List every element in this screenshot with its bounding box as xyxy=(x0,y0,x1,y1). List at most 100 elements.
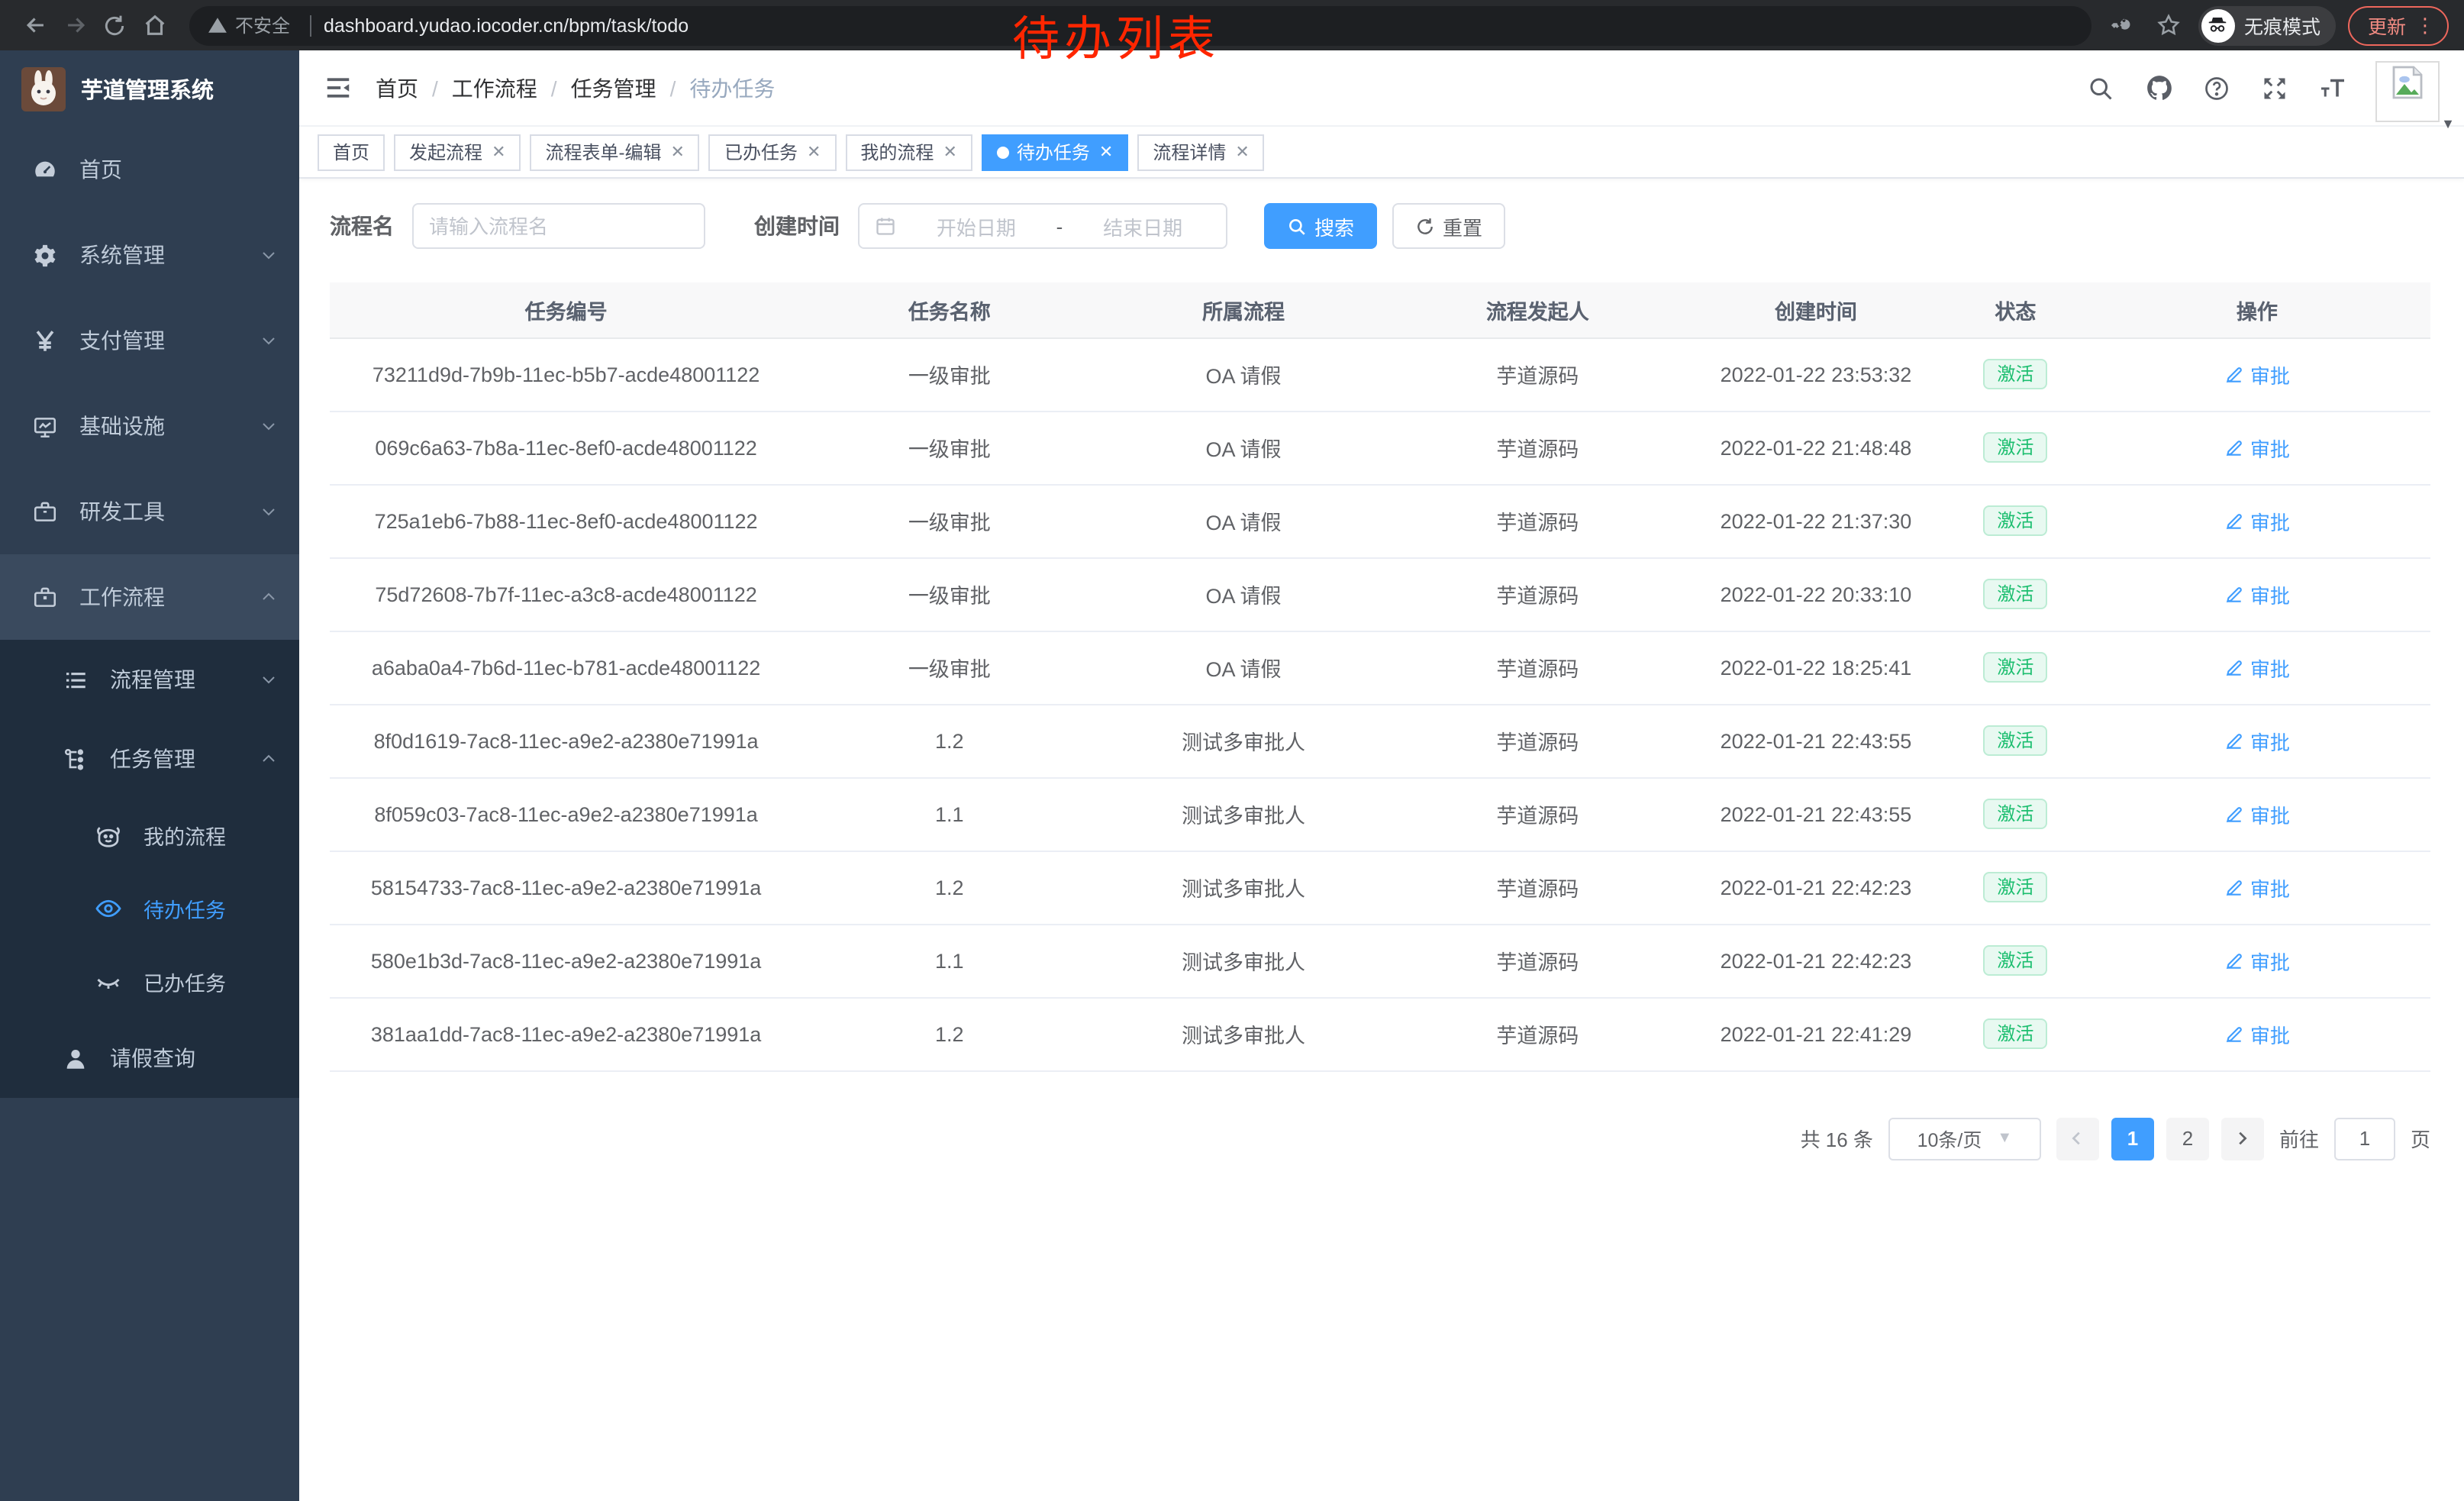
starter-cell: 芋道源码 xyxy=(1391,924,1685,997)
date-range-picker[interactable]: 开始日期 - 结束日期 xyxy=(858,203,1227,249)
starter-cell: 芋道源码 xyxy=(1391,337,1685,411)
browser-menu-icon[interactable]: ⋮ xyxy=(2415,13,2435,37)
next-page-button[interactable] xyxy=(2221,1117,2264,1160)
breadcrumb-home[interactable]: 首页 xyxy=(376,73,418,103)
chevron-up-icon xyxy=(260,750,278,768)
close-icon[interactable]: ✕ xyxy=(807,142,821,162)
goto-page-input[interactable] xyxy=(2334,1117,2395,1160)
help-icon[interactable] xyxy=(2201,73,2232,103)
sidebar-collapse-icon[interactable] xyxy=(321,71,354,105)
app-logo xyxy=(21,66,66,111)
tab-label: 发起流程 xyxy=(409,139,482,165)
sidebar-item-5[interactable]: 工作流程 xyxy=(0,554,299,640)
task-id-cell: 73211d9d-7b9b-11ec-b5b7-acde48001122 xyxy=(330,337,802,411)
search-button[interactable]: 搜索 xyxy=(1264,203,1377,249)
password-key-icon[interactable] xyxy=(2107,8,2140,42)
approve-link[interactable]: 审批 xyxy=(2224,873,2290,902)
tab-1[interactable]: 发起流程 ✕ xyxy=(394,134,521,170)
tab-0[interactable]: 首页 xyxy=(318,134,385,170)
sidebar-item-4[interactable]: 研发工具 xyxy=(0,469,299,554)
tab-2[interactable]: 流程表单-编辑✕ xyxy=(531,134,700,170)
approve-link[interactable]: 审批 xyxy=(2224,726,2290,755)
approve-link[interactable]: 审批 xyxy=(2224,360,2290,389)
approve-label: 审批 xyxy=(2250,360,2290,389)
task-name-cell: 一级审批 xyxy=(802,337,1096,411)
starter-cell: 芋道源码 xyxy=(1391,704,1685,777)
browser-home-icon[interactable] xyxy=(134,5,174,45)
search-icon[interactable] xyxy=(2085,73,2116,103)
task-id-cell: 580e1b3d-7ac8-11ec-a9e2-a2380e71991a xyxy=(330,924,802,997)
action-cell: 审批 xyxy=(2084,777,2430,851)
browser-forward-icon[interactable] xyxy=(55,5,95,45)
process-cell: OA 请假 xyxy=(1096,337,1390,411)
sidebar-item-9[interactable]: 待办任务 xyxy=(0,872,299,945)
font-size-icon[interactable] xyxy=(2317,73,2348,103)
fullscreen-icon[interactable] xyxy=(2259,73,2290,103)
browser-reload-icon[interactable] xyxy=(95,5,134,45)
close-icon[interactable]: ✕ xyxy=(671,142,685,162)
sidebar-item-10[interactable]: 已办任务 xyxy=(0,945,299,1018)
task-id-cell: 75d72608-7b7f-11ec-a3c8-acde48001122 xyxy=(330,557,802,631)
status-cell: 激活 xyxy=(1947,704,2084,777)
site-security[interactable]: 不安全 xyxy=(208,12,324,38)
bookmark-star-icon[interactable] xyxy=(2153,8,2186,42)
page-size-select[interactable]: 10条/页 ▼ xyxy=(1888,1117,2041,1160)
starter-cell: 芋道源码 xyxy=(1391,631,1685,704)
process-cell: OA 请假 xyxy=(1096,411,1390,484)
sidebar-item-11[interactable]: 请假查询 xyxy=(0,1018,299,1098)
close-icon[interactable]: ✕ xyxy=(492,142,505,162)
app-logo-row[interactable]: 芋道管理系统 xyxy=(0,50,299,127)
tab-5[interactable]: 待办任务✕ xyxy=(982,134,1128,170)
tab-4[interactable]: 我的流程 ✕ xyxy=(845,134,972,170)
workflow-submenu: 流程管理任务管理我的流程待办任务已办任务请假查询 xyxy=(0,640,299,1098)
process-name-input[interactable] xyxy=(412,203,705,249)
avatar-broken-image-icon xyxy=(2375,60,2440,121)
tab-label: 已办任务 xyxy=(724,139,798,165)
close-icon[interactable]: ✕ xyxy=(1099,142,1113,162)
page-unit: 页 xyxy=(2411,1124,2430,1153)
page-button-1[interactable]: 1 xyxy=(2111,1117,2154,1160)
close-icon[interactable]: ✕ xyxy=(1235,142,1249,162)
approve-link[interactable]: 审批 xyxy=(2224,579,2290,608)
column-header: 任务编号 xyxy=(330,282,802,337)
action-cell: 审批 xyxy=(2084,704,2430,777)
breadcrumb-task-mgmt[interactable]: 任务管理 xyxy=(571,73,656,103)
approve-link[interactable]: 审批 xyxy=(2224,653,2290,682)
created-cell: 2022-01-22 23:53:32 xyxy=(1685,337,1947,411)
task-id-cell: 8f0d1619-7ac8-11ec-a9e2-a2380e71991a xyxy=(330,704,802,777)
tab-label: 我的流程 xyxy=(860,139,934,165)
user-avatar[interactable]: ▼ xyxy=(2375,60,2443,128)
reset-button[interactable]: 重置 xyxy=(1392,203,1505,249)
created-cell: 2022-01-21 22:42:23 xyxy=(1685,851,1947,924)
breadcrumb-workflow[interactable]: 工作流程 xyxy=(452,73,537,103)
close-icon[interactable]: ✕ xyxy=(943,142,956,162)
sidebar-item-8[interactable]: 我的流程 xyxy=(0,799,299,872)
sidebar-item-7[interactable]: 任务管理 xyxy=(0,719,299,799)
approve-link[interactable]: 审批 xyxy=(2224,799,2290,828)
user-icon xyxy=(61,1044,89,1072)
created-cell: 2022-01-22 21:37:30 xyxy=(1685,484,1947,557)
approve-link[interactable]: 审批 xyxy=(2224,946,2290,975)
process-cell: OA 请假 xyxy=(1096,484,1390,557)
sidebar-item-3[interactable]: 基础设施 xyxy=(0,383,299,469)
approve-link[interactable]: 审批 xyxy=(2224,1019,2290,1048)
tab-3[interactable]: 已办任务 ✕ xyxy=(709,134,836,170)
prev-page-button[interactable] xyxy=(2056,1117,2099,1160)
tab-6[interactable]: 流程详情✕ xyxy=(1137,134,1264,170)
todo-task-table: 任务编号任务名称所属流程流程发起人创建时间状态操作 73211d9d-7b9b-… xyxy=(330,282,2430,1071)
sidebar-item-6[interactable]: 流程管理 xyxy=(0,640,299,719)
table-body: 73211d9d-7b9b-11ec-b5b7-acde48001122一级审批… xyxy=(330,337,2430,1070)
sidebar-item-0[interactable]: 首页 xyxy=(0,127,299,212)
github-icon[interactable] xyxy=(2143,73,2174,103)
avatar-dropdown-icon[interactable]: ▼ xyxy=(2441,115,2455,131)
sidebar-item-2[interactable]: 支付管理 xyxy=(0,298,299,383)
page-button-2[interactable]: 2 xyxy=(2166,1117,2209,1160)
sidebar-item-label: 系统管理 xyxy=(79,240,260,270)
approve-link[interactable]: 审批 xyxy=(2224,506,2290,535)
browser-update-button[interactable]: 更新 ⋮ xyxy=(2348,5,2449,45)
sidebar-item-1[interactable]: 系统管理 xyxy=(0,212,299,298)
browser-back-icon[interactable] xyxy=(15,5,55,45)
status-cell: 激活 xyxy=(1947,557,2084,631)
approve-link[interactable]: 审批 xyxy=(2224,433,2290,462)
created-cell: 2022-01-21 22:43:55 xyxy=(1685,704,1947,777)
